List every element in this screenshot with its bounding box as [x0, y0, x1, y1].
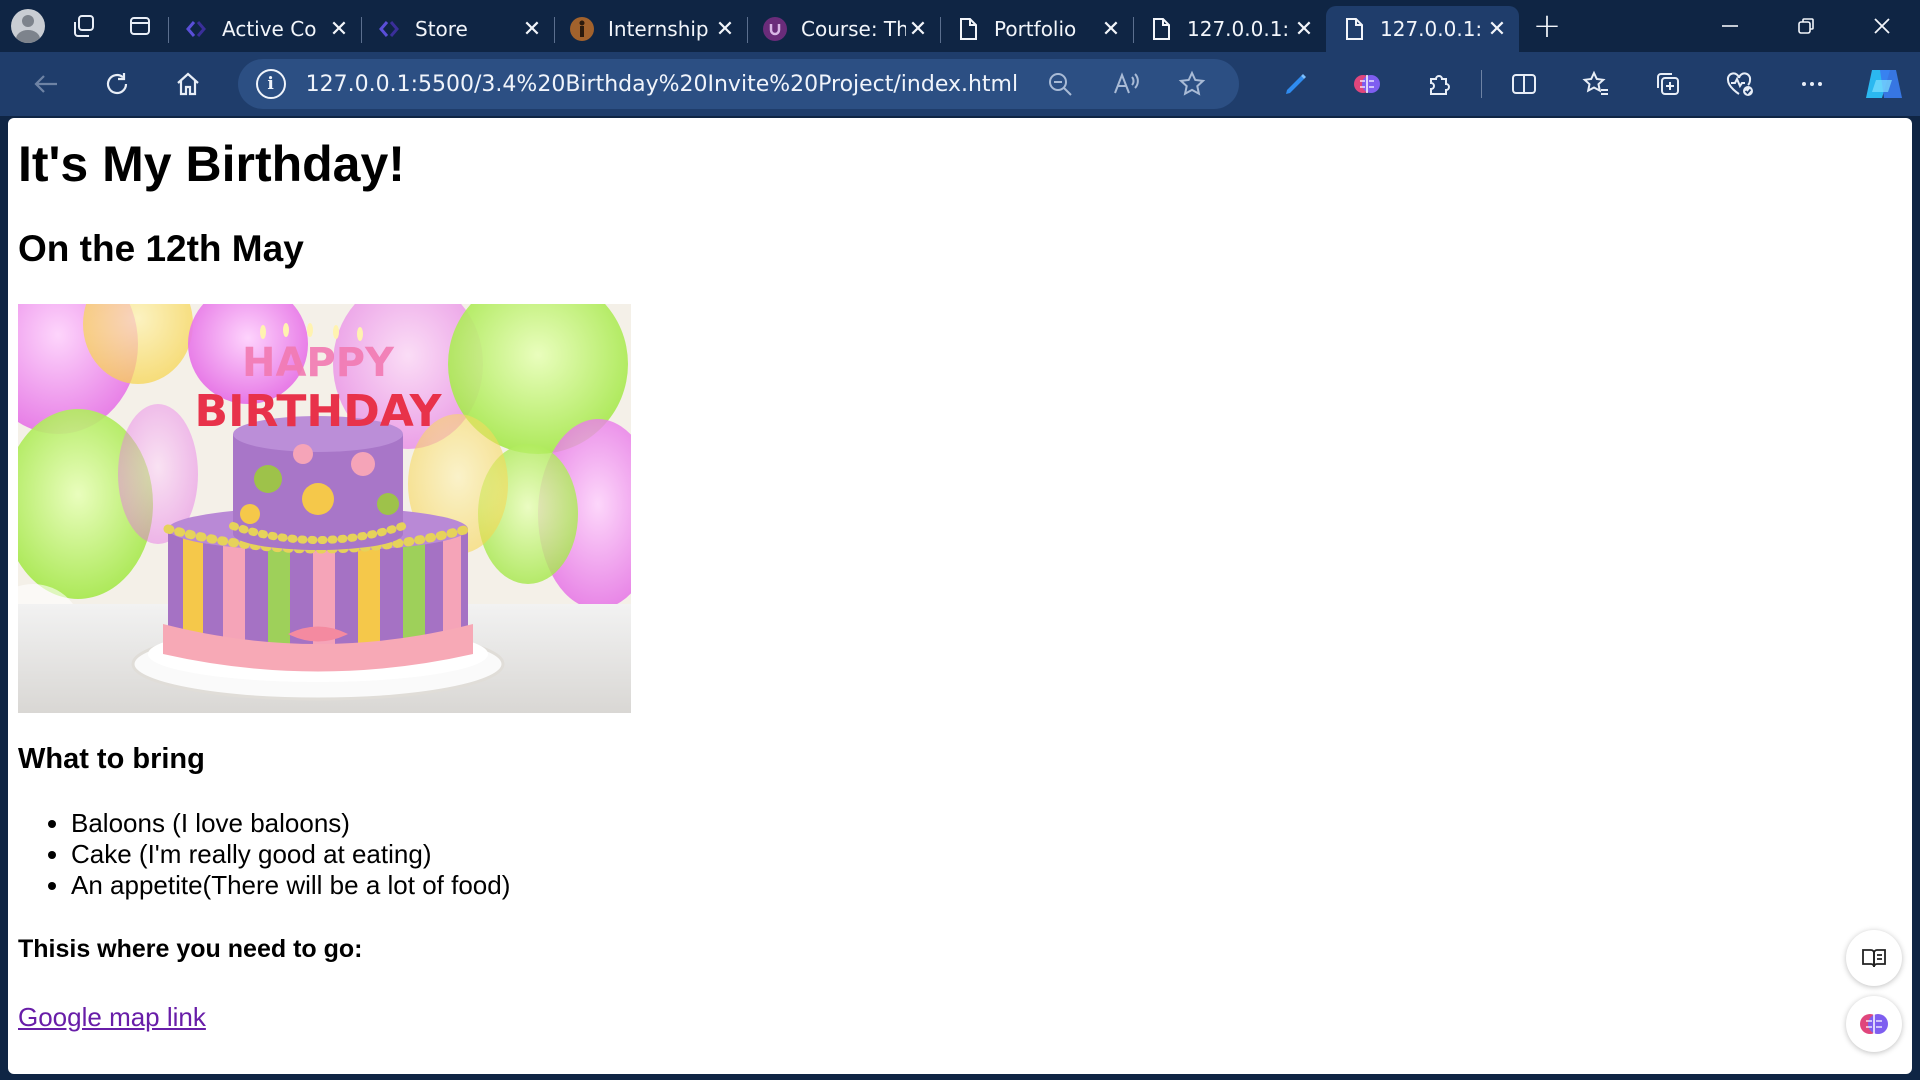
google-map-link[interactable]: Google map link: [18, 1002, 206, 1033]
workspaces-button[interactable]: [56, 0, 112, 52]
page-icon: [1149, 17, 1173, 41]
page-icon: [956, 17, 980, 41]
brain-extension-button[interactable]: [1331, 52, 1403, 116]
star-icon: [1178, 70, 1206, 96]
code-icon: [184, 17, 208, 41]
collections-button[interactable]: [1632, 52, 1704, 116]
restore-icon: [1798, 18, 1814, 34]
avatar: [11, 9, 45, 43]
refresh-button[interactable]: [81, 52, 152, 116]
extensions-button[interactable]: [1403, 52, 1475, 116]
heart-pulse-icon: [1726, 72, 1753, 96]
list-item: An appetite(There will be a lot of food): [71, 870, 1912, 901]
favorite-button[interactable]: [1159, 64, 1225, 104]
close-tab-icon[interactable]: ✕: [1292, 17, 1316, 42]
back-arrow-icon: [34, 75, 57, 93]
zoom-out-icon: [1049, 73, 1072, 96]
read-aloud-button[interactable]: [1093, 64, 1159, 104]
close-tab-icon[interactable]: ✕: [327, 17, 351, 42]
read-aloud-icon: [1114, 72, 1139, 94]
settings-menu-button[interactable]: [1776, 52, 1848, 116]
page-icon: [1342, 17, 1366, 41]
book-icon: [1862, 949, 1886, 968]
list-item: Cake (I'm really good at eating): [71, 839, 1912, 870]
tab-actions-icon: [130, 17, 150, 35]
window-controls: [1692, 0, 1920, 52]
restore-button[interactable]: [1768, 0, 1844, 52]
course-icon: [763, 17, 787, 41]
close-icon: [1874, 18, 1890, 34]
split-screen-button[interactable]: [1488, 52, 1560, 116]
candle-text-birthday: BIRTHDAY: [195, 386, 443, 437]
bring-list: Baloons (I love baloons) Cake (I'm reall…: [18, 808, 1912, 901]
tab-store[interactable]: Store ✕: [361, 9, 554, 49]
home-icon: [177, 72, 199, 96]
browser-essentials-button[interactable]: [1704, 52, 1776, 116]
collections-icon: [1657, 73, 1679, 95]
tab-title: Portfolio: [994, 17, 1077, 41]
candle-text-happy: HAPPY: [242, 340, 395, 386]
pen-icon: [1286, 74, 1306, 94]
pen-extension-button[interactable]: [1259, 52, 1331, 116]
tab-localhost-1[interactable]: 127.0.0.1: ✕: [1133, 9, 1326, 49]
tab-strip: Active Co ✕ Store ✕ Internship ✕ Course:…: [0, 0, 1920, 52]
close-window-button[interactable]: [1844, 0, 1920, 52]
puzzle-icon: [1430, 75, 1450, 95]
tab-active-course[interactable]: Active Co ✕: [168, 9, 361, 49]
birthday-cake-image: HAPPY BIRTHDAY: [18, 304, 631, 714]
favorites-button[interactable]: [1560, 52, 1632, 116]
list-item: Baloons (I love baloons): [71, 808, 1912, 839]
home-button[interactable]: [152, 52, 223, 116]
tab-title: 127.0.0.1:: [1380, 17, 1483, 41]
workspaces-icon: [74, 15, 94, 37]
more-icon: [1802, 82, 1822, 86]
site-info-icon[interactable]: i: [255, 69, 286, 99]
person-icon: [570, 17, 594, 41]
profile-button[interactable]: [0, 0, 56, 52]
tab-actions-button[interactable]: [112, 0, 168, 52]
tab-title: Course: Th: [801, 17, 906, 41]
bring-heading: What to bring: [18, 743, 205, 776]
tab-title: 127.0.0.1:: [1187, 17, 1290, 41]
toolbar-extensions: [1259, 52, 1920, 116]
toolbar-divider: [1481, 70, 1482, 98]
address-bar[interactable]: i 127.0.0.1:5500/3.4%20Birthday%20Invite…: [237, 59, 1239, 109]
zoom-button[interactable]: [1027, 64, 1093, 104]
favorites-icon: [1582, 70, 1608, 95]
new-tab-button[interactable]: +: [1519, 0, 1575, 52]
page-title: It's My Birthday!: [18, 136, 405, 192]
copilot-icon: [1866, 70, 1902, 98]
browser-toolbar: i 127.0.0.1:5500/3.4%20Birthday%20Invite…: [0, 52, 1920, 116]
brain-icon: [1354, 75, 1380, 93]
close-tab-icon[interactable]: ✕: [713, 17, 737, 42]
page-viewport: It's My Birthday! On the 12th May HAPPY …: [8, 118, 1912, 1074]
tab-title: Active Co: [222, 17, 317, 41]
location-heading: Thisis where you need to go:: [18, 935, 363, 964]
minimize-button[interactable]: [1692, 0, 1768, 52]
code-icon: [377, 17, 401, 41]
date-heading: On the 12th May: [18, 227, 304, 269]
close-tab-icon[interactable]: ✕: [906, 17, 930, 42]
tab-title: Internship: [608, 17, 709, 41]
tab-title: Store: [415, 17, 468, 41]
immersive-reader-button[interactable]: [1846, 930, 1902, 986]
tab-course[interactable]: Course: Th ✕: [747, 9, 940, 49]
brain-helper-button[interactable]: [1846, 996, 1902, 1052]
close-tab-icon[interactable]: ✕: [1485, 17, 1509, 42]
close-tab-icon[interactable]: ✕: [520, 17, 544, 42]
split-screen-icon: [1512, 74, 1536, 94]
minimize-icon: [1722, 25, 1738, 27]
tab-localhost-active[interactable]: 127.0.0.1: ✕: [1326, 6, 1519, 52]
copilot-button[interactable]: [1848, 52, 1920, 116]
refresh-icon: [106, 73, 127, 95]
url-text[interactable]: 127.0.0.1:5500/3.4%20Birthday%20Invite%2…: [306, 72, 1027, 97]
close-tab-icon[interactable]: ✕: [1099, 17, 1123, 42]
tab-portfolio[interactable]: Portfolio ✕: [940, 9, 1133, 49]
back-button[interactable]: [10, 52, 81, 116]
tab-internship[interactable]: Internship ✕: [554, 9, 747, 49]
brain-icon: [1860, 1014, 1888, 1034]
